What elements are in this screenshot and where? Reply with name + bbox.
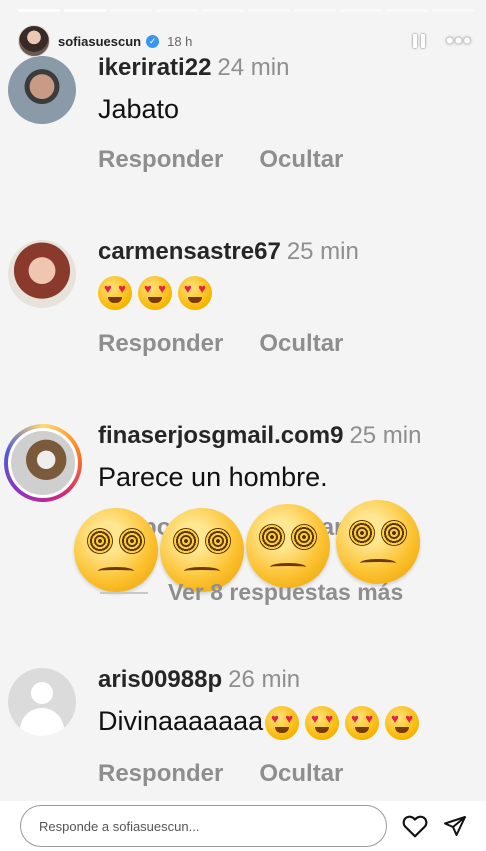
send-icon[interactable]	[442, 814, 468, 838]
reply-button[interactable]: Responder	[98, 330, 223, 357]
heart-eyes-emoji-icon	[178, 276, 212, 310]
heart-eyes-emoji-icon	[138, 276, 172, 310]
comment-text: Jabato	[98, 94, 180, 124]
more-options-icon[interactable]: •••	[446, 28, 472, 54]
spiral-eyes-emoji-icon	[336, 500, 420, 584]
pause-icon[interactable]	[408, 30, 430, 52]
heart-eyes-emoji-icon	[305, 706, 340, 740]
progress-segment	[432, 9, 474, 12]
reply-input[interactable]: Responde a sofiasuescun...	[20, 805, 387, 847]
view-more-replies[interactable]: Ver 8 respuestas más	[100, 579, 403, 606]
reply-button[interactable]: Responder	[98, 146, 223, 173]
progress-segment	[110, 9, 152, 12]
progress-segment	[156, 9, 198, 12]
commenter-avatar[interactable]	[8, 668, 76, 736]
author-avatar[interactable]	[18, 25, 50, 57]
story-progress-bar	[18, 9, 474, 12]
commenter-avatar[interactable]	[4, 424, 82, 502]
hide-button[interactable]: Ocultar	[259, 760, 343, 787]
comment-time: 25 min	[286, 238, 359, 265]
story-header: sofiasuescun ✓ 18 h •••	[18, 24, 472, 58]
author-username[interactable]: sofiasuescun	[58, 34, 141, 49]
progress-segment	[294, 9, 336, 12]
reply-button[interactable]: Responder	[98, 760, 223, 787]
spiral-eyes-emoji-icon	[246, 504, 330, 588]
progress-segment	[18, 9, 60, 12]
progress-segment	[248, 9, 290, 12]
heart-eyes-emoji-icon	[98, 276, 132, 310]
story-viewer: sofiasuescun ✓ 18 h ••• ikerirati22 24 mi…	[0, 0, 486, 851]
progress-segment	[386, 9, 428, 12]
comment-time: 24 min	[217, 54, 290, 81]
comment-emojis	[98, 276, 218, 310]
heart-icon[interactable]	[402, 814, 428, 838]
view-more-label: Ver 8 respuestas más	[168, 579, 404, 605]
heart-eyes-emoji-icon	[385, 706, 420, 740]
story-age: 18 h	[167, 33, 193, 49]
heart-eyes-emoji-icon	[265, 706, 300, 740]
comment-text: Parece un hombre.	[98, 462, 328, 492]
hide-button[interactable]: Ocultar	[259, 330, 343, 357]
comment-time: 26 min	[228, 666, 301, 693]
verified-badge-icon: ✓	[146, 34, 160, 48]
comment-username[interactable]: aris00988p	[98, 666, 222, 693]
progress-segment	[64, 9, 106, 12]
comment-text: Divinaaaaaaa	[98, 706, 264, 737]
progress-segment	[202, 9, 244, 12]
replies-divider	[100, 591, 148, 594]
comment-time: 25 min	[349, 422, 422, 449]
reply-bar: Responde a sofiasuescun...	[0, 801, 486, 851]
hide-button[interactable]: Ocultar	[259, 146, 343, 173]
comment-username[interactable]: ikerirati22	[98, 54, 211, 81]
commenter-avatar[interactable]	[8, 56, 76, 124]
comment-username[interactable]: carmensastre67	[98, 238, 281, 265]
heart-eyes-emoji-icon	[345, 706, 380, 740]
commenter-avatar[interactable]	[8, 240, 76, 308]
progress-segment	[340, 9, 382, 12]
comment-username[interactable]: finaserjosgmail.com9	[98, 422, 343, 449]
